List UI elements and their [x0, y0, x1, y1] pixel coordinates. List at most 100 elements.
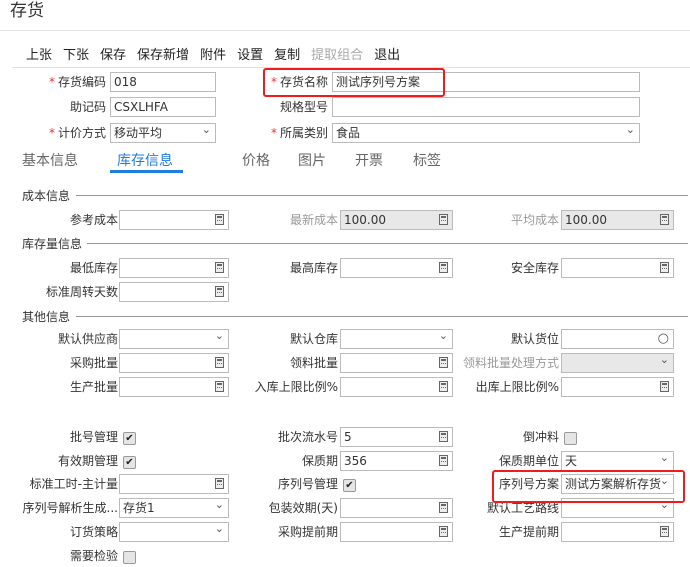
tab-active-underline — [110, 170, 183, 173]
input-field[interactable]: 356 — [340, 451, 453, 471]
input-field[interactable] — [340, 522, 453, 542]
select-field[interactable]: ⌄ — [561, 353, 674, 373]
checkbox[interactable] — [564, 432, 577, 445]
field-label: * 计价方式 — [49, 123, 106, 144]
tab[interactable]: 价格 — [242, 150, 270, 170]
input-field[interactable] — [561, 522, 674, 542]
field-value: 100.00 — [344, 213, 386, 227]
input-field[interactable] — [119, 282, 229, 302]
toolbar-button[interactable]: 保存 — [100, 44, 126, 63]
calculator-icon[interactable] — [215, 262, 224, 273]
input-field[interactable] — [119, 258, 229, 278]
select-field[interactable]: ⌄ — [119, 329, 229, 349]
field-label: 标准周转天数 — [46, 282, 118, 303]
field-label: 助记码 — [70, 97, 106, 118]
toolbar-button[interactable]: 上张 — [26, 44, 52, 63]
input-field[interactable]: CSXLHFA — [110, 97, 216, 117]
toolbar-button[interactable]: 复制 — [274, 44, 300, 63]
calculator-icon[interactable] — [439, 262, 448, 273]
calculator-icon[interactable] — [660, 214, 669, 225]
chevron-down-icon[interactable]: ⌄ — [439, 330, 448, 345]
field-label-text: 规格型号 — [279, 100, 328, 114]
calculator-icon[interactable] — [439, 381, 448, 392]
chevron-down-icon[interactable]: ⌄ — [626, 124, 635, 139]
divider — [76, 316, 688, 317]
select-field[interactable]: 天 ⌄ — [561, 451, 674, 471]
input-field[interactable] — [561, 258, 674, 278]
checkbox[interactable]: ✔ — [123, 432, 136, 445]
field-label: 序列号管理 — [278, 474, 338, 495]
input-field[interactable] — [340, 353, 453, 373]
input-field[interactable]: 100.00 — [340, 210, 453, 230]
tab[interactable]: 基本信息 — [22, 150, 78, 170]
input-field[interactable] — [119, 210, 229, 230]
calculator-icon[interactable] — [215, 478, 224, 489]
calculator-icon[interactable] — [439, 357, 448, 368]
required-marker: * — [48, 126, 55, 140]
tab[interactable]: 图片 — [298, 150, 326, 170]
field-label-text: 默认供应商 — [57, 332, 118, 346]
field-label-text: 最低库存 — [69, 261, 118, 275]
calculator-icon[interactable] — [215, 286, 224, 297]
field-label-text: 存货编码 — [57, 75, 106, 89]
input-field[interactable] — [119, 353, 229, 373]
toolbar-button[interactable]: 设置 — [237, 44, 263, 63]
select-field[interactable]: ⌄ — [119, 522, 229, 542]
field-label-text: 默认仓库 — [289, 332, 338, 346]
search-icon[interactable]: ○ — [658, 330, 669, 348]
calculator-icon[interactable] — [215, 214, 224, 225]
toolbar-button[interactable]: 提取组合 — [311, 44, 363, 63]
input-field[interactable] — [340, 498, 453, 518]
select-field[interactable]: 存货1 ⌄ — [119, 498, 229, 518]
checkbox[interactable] — [123, 551, 136, 564]
field-label: 倒冲料 — [523, 427, 559, 448]
field-label: 默认仓库 — [290, 329, 338, 350]
tab[interactable]: 标签 — [413, 150, 441, 170]
input-field[interactable]: 5 — [340, 427, 453, 447]
input-field[interactable] — [561, 377, 674, 397]
select-field[interactable]: 移动平均 ⌄ — [110, 123, 216, 143]
input-field[interactable]: 018 — [110, 72, 216, 92]
calculator-icon[interactable] — [439, 502, 448, 513]
input-field[interactable] — [119, 377, 229, 397]
calculator-icon[interactable] — [439, 526, 448, 537]
checkbox[interactable]: ✔ — [123, 456, 136, 469]
tab[interactable]: 库存信息 — [117, 150, 173, 170]
calculator-icon[interactable] — [439, 431, 448, 442]
select-field[interactable]: 食品 ⌄ — [332, 123, 640, 143]
select-field[interactable]: ⌄ — [340, 329, 453, 349]
tab[interactable]: 开票 — [355, 150, 383, 170]
calculator-icon[interactable] — [215, 381, 224, 392]
field-label: 最新成本 — [290, 210, 338, 231]
calculator-icon[interactable] — [439, 455, 448, 466]
input-field[interactable]: ○ — [561, 329, 674, 349]
calculator-icon[interactable] — [660, 381, 669, 392]
toolbar-button[interactable]: 附件 — [200, 44, 226, 63]
checkbox[interactable]: ✔ — [343, 479, 356, 492]
input-field[interactable] — [340, 377, 453, 397]
field-label-text: 倒冲料 — [522, 430, 559, 444]
input-field[interactable] — [332, 97, 640, 117]
chevron-down-icon[interactable]: ⌄ — [215, 330, 224, 345]
chevron-down-icon[interactable]: ⌄ — [215, 523, 224, 538]
chevron-down-icon[interactable]: ⌄ — [202, 124, 211, 139]
input-field[interactable]: 100.00 — [561, 210, 674, 230]
chevron-down-icon[interactable]: ⌄ — [660, 452, 669, 467]
field-value: 100.00 — [565, 213, 607, 227]
chevron-down-icon[interactable]: ⌄ — [215, 499, 224, 514]
calculator-icon[interactable] — [660, 526, 669, 537]
field-label-text: 最高库存 — [289, 261, 338, 275]
calculator-icon[interactable] — [439, 214, 448, 225]
divider — [87, 243, 688, 244]
input-field[interactable] — [119, 474, 229, 494]
calculator-icon[interactable] — [215, 357, 224, 368]
field-label-text: 保质期 — [301, 454, 338, 468]
toolbar-button[interactable]: 退出 — [374, 44, 400, 63]
input-field[interactable] — [340, 258, 453, 278]
field-label-text: 生产批量 — [69, 380, 118, 394]
toolbar-button[interactable]: 保存新增 — [137, 44, 189, 63]
chevron-down-icon[interactable]: ⌄ — [660, 354, 669, 369]
field-label-text: 入库上限比例% — [254, 380, 338, 394]
toolbar-button[interactable]: 下张 — [63, 44, 89, 63]
calculator-icon[interactable] — [660, 262, 669, 273]
